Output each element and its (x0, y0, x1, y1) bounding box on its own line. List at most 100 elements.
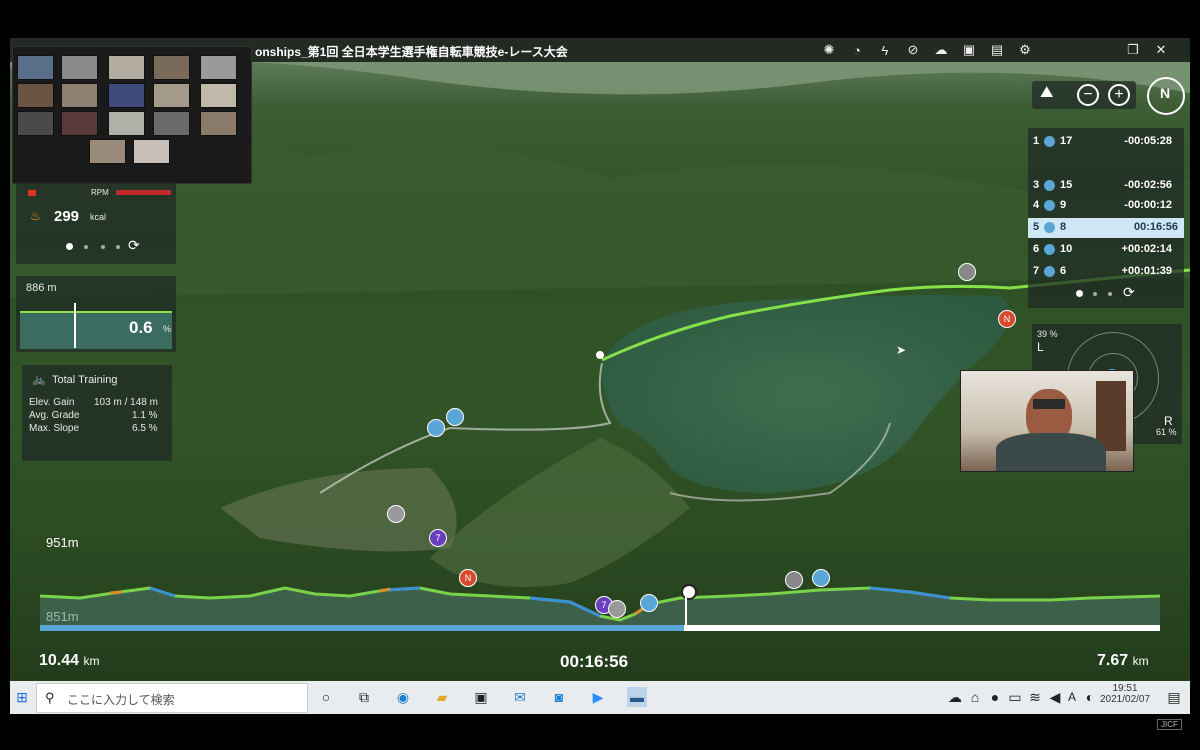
max-slope-label: Max. Slope (29, 423, 80, 434)
participant-video (153, 55, 190, 80)
wifi-tray-icon[interactable]: ≋ (1025, 687, 1045, 707)
zoom-in-icon[interactable]: + (1108, 84, 1130, 106)
edge-icon[interactable]: ◉ (393, 687, 413, 707)
cloud-tray-icon[interactable]: ☁ (945, 687, 965, 707)
landmark-marker[interactable]: N (998, 310, 1016, 328)
training-title: Total Training (52, 374, 118, 386)
store-icon[interactable]: ▣ (471, 687, 491, 707)
lightning-icon[interactable]: ϟ (876, 41, 894, 59)
leaderboard-row[interactable]: 3 15 -00:02:56 (1028, 176, 1178, 196)
taskbar-search-box[interactable]: ⚲ ここに入力して検索 (36, 683, 308, 713)
rider-avatar-icon (1044, 244, 1055, 255)
no-fan-icon[interactable]: ⊘ (904, 41, 922, 59)
close-icon[interactable]: ✕ (1152, 41, 1170, 59)
rank: 5 (1033, 221, 1040, 233)
flame-icon: ♨ (30, 209, 41, 223)
gears-icon[interactable]: ⚙ (1016, 41, 1034, 59)
distance-done-value: 10.44 (39, 652, 80, 669)
kcal-unit: kcal (90, 212, 107, 222)
distance-done: 10.44 km (39, 652, 100, 670)
zoom-out-icon[interactable]: − (1077, 84, 1099, 106)
leaderboard-row[interactable]: 4 9 -00:00:12 (1028, 196, 1178, 216)
grade-unit: % (163, 324, 172, 334)
mail-icon[interactable]: ✉ (510, 687, 530, 707)
clock-date: 2021/02/07 (1100, 694, 1151, 705)
left-label: L (1037, 340, 1044, 354)
settings-gear-icon[interactable]: ✺ (820, 41, 838, 59)
mic-tray-icon[interactable]: ● (985, 687, 1005, 707)
training-panel: 🚲 Total Training Elev. Gain 103 m / 148 … (22, 365, 172, 461)
rider-marker[interactable] (958, 263, 976, 281)
rider-number: 15 (1060, 179, 1073, 191)
distance-left: 7.67 km (1097, 652, 1149, 670)
rider-marker[interactable] (387, 505, 405, 523)
participant-video (153, 83, 190, 108)
rank: 1 (1033, 135, 1040, 147)
battery-tray-icon[interactable]: ▭ (1005, 687, 1025, 707)
elev-gain-value: 103 m / 148 m (94, 397, 158, 408)
compass-north-label: N (1160, 85, 1171, 101)
video-conference-grid[interactable] (12, 46, 252, 184)
input-language[interactable]: A (1062, 687, 1082, 707)
task-view-icon[interactable]: ⧉ (354, 687, 374, 707)
refresh-icon[interactable]: ⟳ (1123, 284, 1135, 301)
cortana-icon[interactable]: ○ (316, 687, 336, 707)
clock-time: 19:51 (1112, 683, 1138, 694)
map-view-icon[interactable]: ⛰ (1040, 84, 1053, 102)
page-dot-active[interactable] (66, 243, 73, 250)
distance-left-value: 7.67 (1097, 652, 1129, 669)
page-dot[interactable] (1108, 292, 1112, 296)
rider-marker[interactable]: 7 (429, 529, 447, 547)
presentation-icon[interactable]: ▣ (960, 41, 978, 59)
restore-window-icon[interactable]: ❐ (1124, 41, 1142, 59)
leaderboard-row[interactable]: 1 17 -00:05:28 (1028, 132, 1178, 152)
participant-video (200, 55, 237, 80)
rider-marker[interactable] (812, 569, 830, 587)
participant-video (153, 111, 190, 136)
rider-marker[interactable] (640, 594, 658, 612)
page-dot[interactable] (116, 245, 120, 249)
participant-video (61, 83, 98, 108)
network-tray-icon[interactable]: ⌂ (965, 687, 985, 707)
notification-icon[interactable]: ▤ (1164, 687, 1184, 707)
rider-marker[interactable] (608, 600, 626, 618)
cloud-icon[interactable]: ☁ (932, 41, 950, 59)
rider-marker[interactable] (785, 571, 803, 589)
page-dot[interactable] (1093, 292, 1097, 296)
participant-video (89, 139, 126, 164)
image-icon[interactable]: ▤ (988, 41, 1006, 59)
ime-tray-icon[interactable]: ◐ (1080, 687, 1100, 707)
page-dot[interactable] (101, 245, 105, 249)
lake (601, 295, 1010, 493)
participant-video (61, 55, 98, 80)
active-app-icon[interactable]: ▬ (627, 687, 647, 707)
rider-marker[interactable] (427, 419, 445, 437)
elev-gain-label: Elev. Gain (29, 397, 75, 408)
self-camera-video[interactable] (960, 370, 1134, 472)
app-icon[interactable]: ◙ (549, 687, 569, 707)
rider-number: 10 (1060, 243, 1073, 255)
bicycle-icon: 🚲 (32, 374, 46, 386)
leaderboard-row[interactable]: 5 8 00:16:56 (1028, 218, 1184, 238)
leaderboard-row[interactable]: 6 10 +00:02:14 (1028, 240, 1178, 260)
current-position-marker[interactable] (596, 351, 604, 359)
landmark-marker[interactable]: N (459, 569, 477, 587)
file-explorer-icon[interactable]: ▰ (432, 687, 452, 707)
rider-number: 6 (1060, 265, 1067, 277)
profile-max-elev: 951m (46, 535, 79, 550)
rider-avatar-icon (1044, 136, 1055, 147)
refresh-icon[interactable]: ⟳ (128, 237, 140, 254)
page-dot-active[interactable] (1076, 290, 1083, 297)
left-balance-pct: 39 % (1037, 329, 1058, 339)
search-placeholder: ここに入力して検索 (67, 693, 175, 707)
compass-north-icon[interactable]: N (1147, 77, 1185, 115)
power-panel: RPM ♨ 299 kcal ⟳ (16, 182, 176, 264)
taskbar-clock[interactable]: 19:51 2021/02/07 (1100, 683, 1150, 711)
leaderboard-row[interactable]: 7 6 +00:01:39 (1028, 262, 1178, 282)
rank: 6 (1033, 243, 1040, 255)
zoom-app-icon[interactable]: ▶ (588, 687, 608, 707)
windows-start-icon[interactable]: ⊞ (12, 687, 32, 707)
speedometer-icon[interactable]: ◔ (848, 41, 866, 59)
rider-marker[interactable] (446, 408, 464, 426)
page-dot[interactable] (84, 245, 88, 249)
